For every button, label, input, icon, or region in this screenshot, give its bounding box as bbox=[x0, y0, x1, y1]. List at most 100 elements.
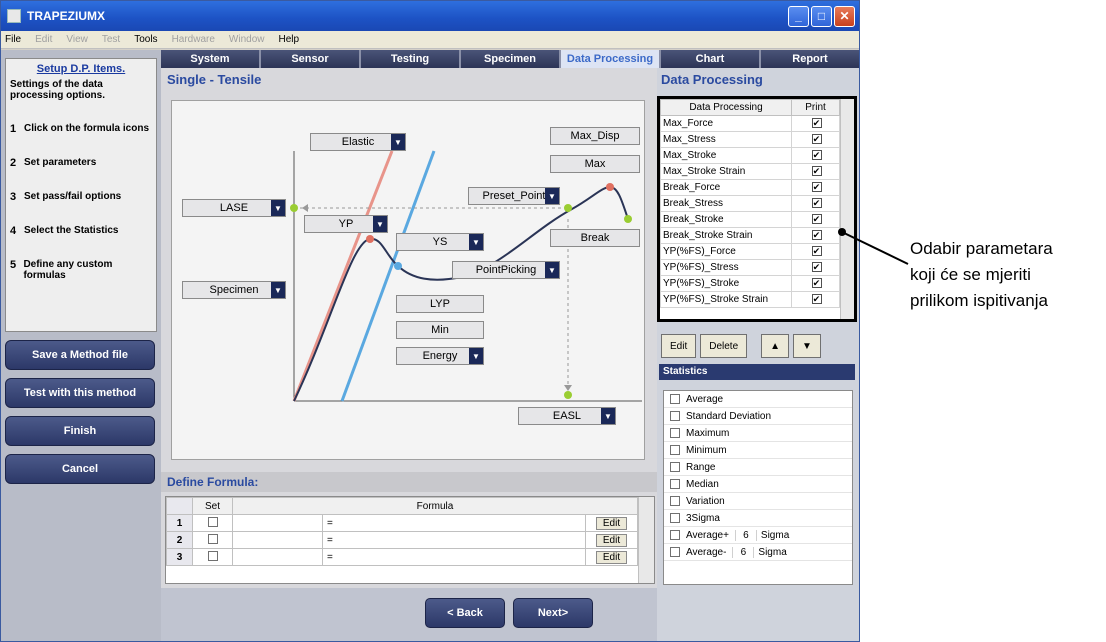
list-item[interactable]: Break_Force ✔ bbox=[660, 179, 840, 196]
param-lase[interactable]: LASE ▼ bbox=[182, 199, 286, 217]
chevron-down-icon[interactable]: ▼ bbox=[469, 234, 483, 250]
tab-testing[interactable]: Testing bbox=[361, 50, 461, 68]
chevron-down-icon[interactable]: ▼ bbox=[601, 408, 615, 424]
list-item[interactable]: Break_Stroke Strain ✔ bbox=[660, 227, 840, 244]
chevron-down-icon[interactable]: ▼ bbox=[469, 348, 483, 364]
print-checkbox[interactable]: ✔ bbox=[811, 198, 822, 208]
finish-button[interactable]: Finish bbox=[5, 416, 155, 446]
chevron-down-icon[interactable]: ▼ bbox=[271, 282, 285, 298]
print-checkbox[interactable]: ✔ bbox=[811, 246, 822, 256]
print-checkbox[interactable]: ✔ bbox=[811, 134, 822, 144]
param-energy[interactable]: Energy ▼ bbox=[396, 347, 484, 365]
tab-data-processing[interactable]: Data Processing bbox=[561, 50, 661, 68]
sigma-value-input[interactable]: 6 bbox=[732, 546, 755, 558]
param-lyp[interactable]: LYP bbox=[396, 295, 484, 313]
title-bar[interactable]: TRAPEZIUMX _ □ ✕ bbox=[1, 1, 859, 31]
print-checkbox[interactable]: ✔ bbox=[811, 278, 822, 288]
stat-3sigma[interactable]: 3Sigma bbox=[664, 510, 852, 527]
formula-edit-button[interactable]: Edit bbox=[595, 516, 628, 530]
next-button[interactable]: Next> bbox=[513, 598, 593, 628]
print-checkbox[interactable]: ✔ bbox=[811, 262, 822, 272]
param-easl[interactable]: EASL ▼ bbox=[518, 407, 616, 425]
param-ys[interactable]: YS ▼ bbox=[396, 233, 484, 251]
print-checkbox[interactable]: ✔ bbox=[811, 294, 822, 304]
formula-edit-button[interactable]: Edit bbox=[595, 533, 628, 547]
print-checkbox[interactable]: ✔ bbox=[811, 150, 822, 160]
chevron-down-icon[interactable]: ▼ bbox=[545, 262, 559, 278]
param-specimen[interactable]: Specimen ▼ bbox=[182, 281, 286, 299]
print-checkbox[interactable]: ✔ bbox=[811, 182, 822, 192]
stat-average-plus[interactable]: Average+ 6 Sigma bbox=[664, 527, 852, 544]
param-preset-point[interactable]: Preset_Point ▼ bbox=[468, 187, 560, 205]
chevron-down-icon[interactable]: ▼ bbox=[545, 188, 559, 204]
formula-edit-button[interactable]: Edit bbox=[595, 550, 628, 564]
stat-checkbox[interactable] bbox=[670, 513, 680, 523]
data-processing-scrollbar[interactable] bbox=[840, 99, 854, 319]
sigma-value-input[interactable]: 6 bbox=[734, 529, 757, 541]
back-button[interactable]: < Back bbox=[425, 598, 505, 628]
menu-help[interactable]: Help bbox=[279, 34, 300, 45]
move-up-icon[interactable]: ▲ bbox=[761, 334, 790, 358]
param-elastic[interactable]: Elastic ▼ bbox=[310, 133, 406, 151]
list-item[interactable]: Max_Force ✔ bbox=[660, 115, 840, 132]
list-item[interactable]: YP(%FS)_Stroke ✔ bbox=[660, 275, 840, 292]
delete-button[interactable]: Delete bbox=[700, 334, 748, 358]
list-item[interactable]: YP(%FS)_Stroke Strain ✔ bbox=[660, 291, 840, 308]
list-item[interactable]: Max_Stroke Strain ✔ bbox=[660, 163, 840, 180]
close-icon[interactable]: ✕ bbox=[834, 5, 855, 27]
stat-checkbox[interactable] bbox=[670, 445, 680, 455]
stat-median[interactable]: Median bbox=[664, 476, 852, 493]
param-break[interactable]: Break bbox=[550, 229, 640, 247]
param-point-picking[interactable]: PointPicking ▼ bbox=[452, 261, 560, 279]
formula-set-checkbox[interactable] bbox=[207, 550, 218, 561]
chevron-down-icon[interactable]: ▼ bbox=[271, 200, 285, 216]
stat-range[interactable]: Range bbox=[664, 459, 852, 476]
param-yp[interactable]: YP ▼ bbox=[304, 215, 388, 233]
list-item[interactable]: Break_Stroke ✔ bbox=[660, 211, 840, 228]
stat-checkbox[interactable] bbox=[670, 496, 680, 506]
tab-chart[interactable]: Chart bbox=[661, 50, 761, 68]
stat-average-minus[interactable]: Average- 6 Sigma bbox=[664, 544, 852, 561]
tab-report[interactable]: Report bbox=[761, 50, 859, 68]
steps-header[interactable]: Setup D.P. Items. bbox=[10, 63, 152, 75]
menu-tools[interactable]: Tools bbox=[134, 34, 157, 45]
formula-set-checkbox[interactable] bbox=[207, 533, 218, 544]
edit-button[interactable]: Edit bbox=[661, 334, 697, 358]
print-checkbox[interactable]: ✔ bbox=[811, 118, 822, 128]
stat-checkbox[interactable] bbox=[670, 428, 680, 438]
save-method-button[interactable]: Save a Method file bbox=[5, 340, 155, 370]
print-checkbox[interactable]: ✔ bbox=[811, 166, 822, 176]
param-max[interactable]: Max bbox=[550, 155, 640, 173]
maximize-icon[interactable]: □ bbox=[811, 5, 832, 27]
tab-sensor[interactable]: Sensor bbox=[261, 50, 361, 68]
tab-specimen[interactable]: Specimen bbox=[461, 50, 561, 68]
list-item[interactable]: YP(%FS)_Stress ✔ bbox=[660, 259, 840, 276]
param-max-disp[interactable]: Max_Disp bbox=[550, 127, 640, 145]
stat-standard-deviation[interactable]: Standard Deviation bbox=[664, 408, 852, 425]
formula-set-checkbox[interactable] bbox=[207, 516, 218, 527]
param-min[interactable]: Min bbox=[396, 321, 484, 339]
chevron-down-icon[interactable]: ▼ bbox=[373, 216, 387, 232]
stat-checkbox[interactable] bbox=[670, 530, 680, 540]
list-item[interactable]: YP(%FS)_Force ✔ bbox=[660, 243, 840, 260]
move-down-icon[interactable]: ▼ bbox=[793, 334, 821, 358]
minimize-icon[interactable]: _ bbox=[788, 5, 809, 27]
stat-variation[interactable]: Variation bbox=[664, 493, 852, 510]
tab-system[interactable]: System bbox=[161, 50, 261, 68]
stat-checkbox[interactable] bbox=[670, 394, 680, 404]
menu-file[interactable]: File bbox=[5, 34, 21, 45]
list-item[interactable]: Max_Stroke ✔ bbox=[660, 147, 840, 164]
stat-average[interactable]: Average bbox=[664, 391, 852, 408]
print-checkbox[interactable]: ✔ bbox=[811, 214, 822, 224]
formula-scrollbar[interactable] bbox=[638, 497, 654, 583]
stat-checkbox[interactable] bbox=[670, 411, 680, 421]
stat-checkbox[interactable] bbox=[670, 462, 680, 472]
cancel-button[interactable]: Cancel bbox=[5, 454, 155, 484]
chevron-down-icon[interactable]: ▼ bbox=[391, 134, 405, 150]
stat-checkbox[interactable] bbox=[670, 547, 680, 557]
list-item[interactable]: Max_Stress ✔ bbox=[660, 131, 840, 148]
print-checkbox[interactable]: ✔ bbox=[811, 230, 822, 240]
list-item[interactable]: Break_Stress ✔ bbox=[660, 195, 840, 212]
stat-minimum[interactable]: Minimum bbox=[664, 442, 852, 459]
stat-checkbox[interactable] bbox=[670, 479, 680, 489]
